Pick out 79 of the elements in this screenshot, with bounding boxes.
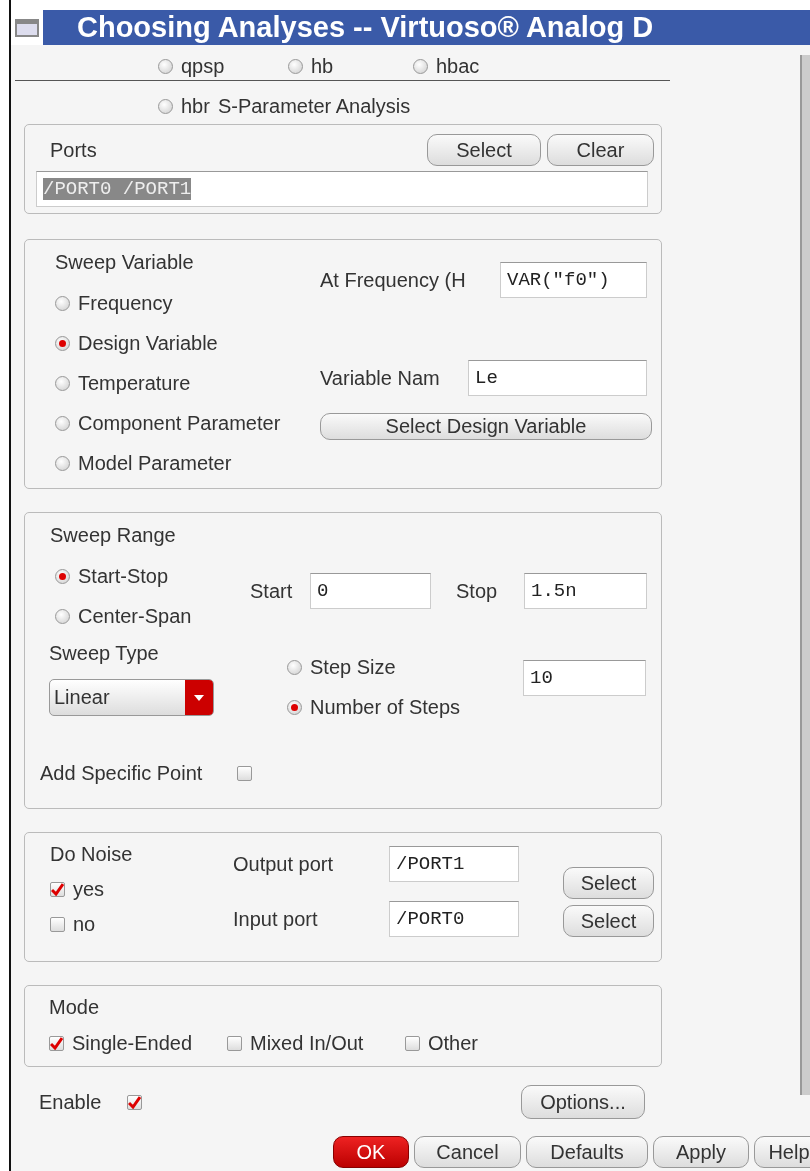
option-label: Step Size	[310, 656, 396, 679]
option-label: Frequency	[78, 292, 173, 315]
dialog-button[interactable]: Apply	[653, 1136, 749, 1168]
radio-button[interactable]	[55, 456, 70, 471]
sweep-type-dropdown[interactable]: Linear	[49, 679, 214, 716]
port-field[interactable]: /PORT0	[389, 901, 519, 937]
option-label: hbac	[436, 55, 480, 78]
checkbox[interactable]	[50, 917, 65, 932]
sweep-type-label: Sweep Type	[49, 642, 160, 665]
checkbox[interactable]	[127, 1094, 142, 1110]
option-label: qpsp	[181, 55, 225, 78]
options-button[interactable]: Options...	[521, 1085, 645, 1119]
radio-button[interactable]	[55, 376, 70, 391]
stop-field[interactable]: 1.5n	[524, 573, 647, 609]
field-label: Start	[250, 579, 294, 603]
select-button[interactable]: Select	[563, 905, 654, 937]
option-label: hb	[311, 55, 334, 78]
radio-button[interactable]	[55, 296, 70, 311]
option-label: Single-Ended	[72, 1032, 193, 1055]
radio-button[interactable]	[158, 99, 173, 114]
dialog-button[interactable]: Help	[754, 1136, 810, 1168]
checkbox[interactable]	[49, 1036, 64, 1051]
checkbox[interactable]	[237, 766, 252, 781]
select-design-variable-button[interactable]: Select Design Variable	[320, 413, 652, 440]
option-label: Temperature	[78, 372, 191, 395]
option-label: hbr	[181, 95, 210, 118]
option-label: Model Parameter	[78, 452, 232, 475]
field-label: At Frequency (H	[320, 268, 467, 292]
check-icon	[50, 1037, 63, 1050]
select-button[interactable]: Select	[427, 134, 541, 166]
group-title: Mode	[49, 996, 101, 1019]
dialog-button[interactable]: Cancel	[414, 1136, 521, 1168]
check-icon	[128, 1095, 141, 1109]
option-label: Component Parameter	[78, 412, 281, 435]
clear-button[interactable]: Clear	[547, 134, 654, 166]
group-title: Do Noise	[50, 843, 134, 866]
frequency-field[interactable]: VAR("f0")	[500, 262, 647, 298]
field-label: Variable Nam	[320, 366, 441, 390]
port-field[interactable]: /PORT1	[389, 846, 519, 882]
enabled-label: Enable	[39, 1090, 103, 1114]
window-menu-icon[interactable]	[15, 18, 39, 37]
checkbox[interactable]	[227, 1036, 242, 1051]
scrollbar[interactable]	[800, 55, 810, 1095]
checkbox[interactable]	[405, 1036, 420, 1051]
radio-button[interactable]	[413, 59, 428, 74]
field-label: Stop	[455, 579, 499, 603]
window-title: Choosing Analyses -- Virtuoso® Analog D	[77, 11, 654, 44]
field-label: Output port	[233, 852, 335, 876]
option-label: Start-Stop	[78, 565, 169, 588]
checkbox[interactable]	[50, 882, 65, 897]
option-label: Other	[428, 1032, 479, 1055]
field-label: Input port	[233, 907, 319, 931]
start-field[interactable]: 0	[310, 573, 431, 609]
radio-button[interactable]	[55, 569, 70, 584]
radio-button[interactable]	[288, 59, 303, 74]
add-points-label: Add Specific Point	[40, 762, 204, 785]
radio-button[interactable]	[55, 416, 70, 431]
radio-button[interactable]	[287, 660, 302, 675]
option-label: Mixed In/Out	[250, 1032, 364, 1055]
radio-button[interactable]	[158, 59, 173, 74]
group-title: Sweep Range	[50, 524, 177, 547]
ports-label: Ports	[50, 138, 98, 162]
select-button[interactable]: Select	[563, 867, 654, 899]
option-label: Number of Steps	[310, 696, 461, 719]
ok-button[interactable]: OK	[333, 1136, 409, 1168]
check-icon	[51, 883, 64, 896]
option-label: Design Variable	[78, 332, 218, 355]
option-label: Center-Span	[78, 605, 192, 628]
variable-name-field[interactable]: Le	[468, 360, 647, 396]
caret-icon	[194, 694, 204, 701]
steps-field[interactable]: 10	[523, 660, 646, 696]
option-label: yes	[73, 878, 105, 901]
radio-button[interactable]	[55, 336, 70, 351]
group-title: Sweep Variable	[55, 251, 195, 274]
radio-button[interactable]	[55, 609, 70, 624]
dialog-button[interactable]: Defaults	[526, 1136, 648, 1168]
section-title: S-Parameter Analysis	[217, 95, 411, 118]
radio-button[interactable]	[287, 700, 302, 715]
option-label: no	[73, 913, 96, 936]
